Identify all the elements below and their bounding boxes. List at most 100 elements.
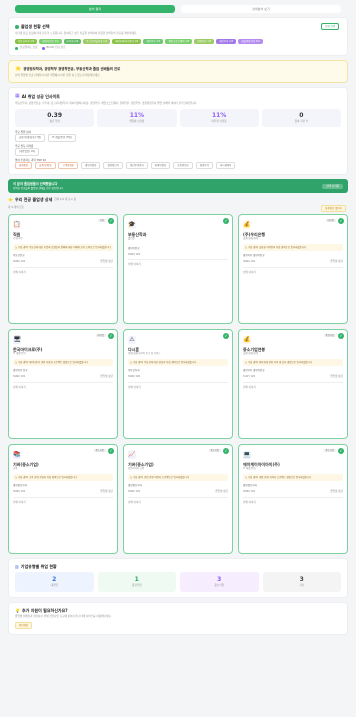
cert-chip[interactable]: 고객관계론 [58, 162, 78, 170]
field-section: 주요 취업 분야 금융/회계/회계 (7명) IT 개발/운영 (5명) [15, 131, 341, 142]
job-card[interactable]: 중소기업 ✓ 📈 기버(중소기업) 현업자학과 교육 노 수상 경력: 현업 관… [123, 443, 233, 554]
size-label: 중견기업 [131, 584, 142, 588]
job-foot[interactable]: 선배 이야기 [243, 386, 343, 390]
expand-button[interactable]: 상세정보 펼치기 [321, 204, 346, 212]
job-foot[interactable]: 선배 이야기 [243, 501, 343, 505]
help-title: 추가 지원이 필요하신가요? [21, 607, 68, 613]
job-card[interactable]: 중소기업 ✓ 💻 에이케이아이아이(주) IT 개발/운영 노 수상 경력: 개… [238, 443, 348, 554]
survey-legend: 전공일치도 높음 BASIC 전공 진로 [15, 46, 341, 50]
job-card[interactable]: 대기업 ✓ 🖥 한국마이크로(주) IT 개발/운영 노 수상 경력: 데이터분… [8, 328, 118, 439]
job-card[interactable]: ✓ ⚠ 다시훈 행정/회계/사무직 연구 및 서비스 노 수상 경력: 부동산에… [123, 328, 233, 439]
tab-details[interactable]: 상세분석 보기 [181, 5, 341, 13]
money-bag-icon: 💰 [243, 220, 251, 229]
job-note: 노 수상 경력: 부동산에 대한 기업의 건설업과 정책에 대한 이해와 분석 … [13, 243, 113, 251]
top-pill[interactable]: (내용없음) 0개 [15, 148, 39, 156]
job-gpa: 3.00 / 4.5 [13, 490, 25, 494]
job-foot[interactable]: 선배 이야기 [243, 271, 343, 275]
books-icon: 📚 [13, 450, 21, 459]
cert-chip[interactable]: 마케팅원론 [150, 162, 171, 170]
survey-chip[interactable]: 경찰행정학과 4/5 [238, 38, 263, 45]
check-icon: ✓ [108, 217, 114, 224]
job-gpa: 3.00 / 4.5 [128, 252, 140, 256]
job-gpa: 3.00 / 4.5 [243, 490, 255, 494]
field-pill[interactable]: 금융/회계/회계 (7명) [15, 134, 46, 142]
size-grid: 2 대기업 1 중견기업 3 중소기업 3 기타 [15, 572, 341, 592]
survey-desc: 나타낸 전공 분포에 따라 진로가 노출됩니다. 참여하고 싶은 전공을 선택하… [15, 32, 138, 36]
check-icon: ✓ [338, 332, 344, 339]
job-major: 경영학전공 [128, 246, 140, 250]
job-sub: 금융/회계/회계 [243, 352, 258, 356]
job-foot[interactable]: 선배 이야기 [13, 501, 113, 505]
job-card[interactable]: 기획 ✓ 📋 직원 기획/사무 노 수상 경력: 부동산에 대한 기업의 건설업… [8, 213, 118, 324]
divider [13, 381, 113, 383]
stat-label: 취업률 보유율 [129, 120, 145, 124]
job-sub: 교육 [13, 467, 18, 471]
stat-box: 11% 대학원 보유율 [179, 109, 259, 127]
job-tag: 중소기업 [93, 448, 106, 453]
job-card[interactable]: 중견기업 ✓ 💰 중소기업연봉 금융/회계/회계 노 수상 경력: 재무회계 관… [238, 328, 348, 439]
divider [243, 496, 343, 498]
cert-chip[interactable]: 금융/보험론 [35, 162, 56, 170]
job-avg: 졸업생 평균 [330, 375, 343, 379]
job-tag: 중소기업 [208, 448, 221, 453]
tab-results[interactable]: 분석 결과 [15, 5, 175, 13]
check-icon: ✓ [108, 447, 114, 454]
job-foot[interactable]: 선배 이야기 [13, 271, 113, 275]
divider [13, 266, 113, 268]
cert-chip[interactable]: 조직행동론 [173, 162, 193, 170]
cert-chip[interactable]: 경영학원론 [80, 162, 101, 170]
cert-chip[interactable]: 경영분석 [195, 162, 213, 170]
consult-button[interactable]: 취업상담 [15, 621, 33, 630]
survey-chip[interactable]: 현재학부 1/3 [194, 38, 215, 45]
chart-icon: ▦ [15, 93, 20, 99]
survey-chip[interactable]: 부동산학과 1/4 [15, 38, 38, 45]
job-note: 노 수상 경력: 재무회계 관련 자격 및 실무 경험으로 입사하였습니다 [243, 358, 343, 366]
survey-select-button[interactable]: 보정 선택 [321, 23, 339, 31]
survey-chip[interactable]: 경영학부 1/3 [143, 38, 164, 45]
legend-dot [15, 46, 18, 50]
stats-row: 0.39 평균 학점 11% 취업률 보유율 11% 대학원 보유율 0 참여 … [15, 109, 341, 127]
survey-chip[interactable]: 게임소프트웨어 1/3 [165, 38, 193, 45]
survey-chip[interactable]: 응고디지털학과 1/4 [83, 38, 111, 45]
cert-chip[interactable]: 회계원론 [15, 162, 33, 170]
reset-button[interactable]: 선택 초기화 [322, 183, 343, 190]
job-card[interactable]: ✓ 🎓 부동산학과 졸업생 경영학전공 3.00 / 4.5 선배 이야기 [123, 213, 233, 324]
divider [128, 259, 228, 261]
check-icon: ✓ [223, 217, 229, 224]
job-gpa: 3.00 / 4.5 [13, 260, 25, 264]
job-avg: 졸업생 평균 [330, 260, 343, 264]
cert-chip[interactable]: 생산운영관리 [125, 162, 148, 170]
job-major: 경영정보학과 [243, 483, 257, 487]
field-pill[interactable]: IT 개발/운영 (5명) [48, 134, 76, 142]
job-note: 노 수상 경력: 데이터분석 관련 학습과 프로젝트 경험으로 입사하였습니다 [13, 358, 113, 366]
stat-label: 평균 학점 [49, 120, 60, 124]
job-gpa: 3.00 / 4.5 [128, 490, 140, 494]
job-foot[interactable]: 선배 이야기 [128, 263, 228, 267]
laptop-icon: 💻 [243, 450, 251, 459]
survey-chip[interactable]: 경영학부 2/3 [216, 38, 237, 45]
cert-chip[interactable]: 경영정보학 [103, 162, 123, 170]
survey-chip[interactable]: 경영학전공 1/4 [39, 38, 62, 45]
job-foot[interactable]: 선배 이야기 [128, 501, 228, 505]
divider [128, 381, 228, 383]
stat-box: 0.39 평균 학점 [15, 109, 95, 127]
survey-chip[interactable]: 데이터엔지니어링 1/4 [112, 38, 142, 45]
job-note: 노 수상 경력: 금융권 자격증과 학습 경력으로 입사하였습니다 [243, 243, 343, 251]
job-note: 노 수상 경력: 현업 관련 역량과 프로젝트로 입사하였습니다 [128, 473, 228, 481]
survey-chip[interactable]: 수학과 1/4 [63, 38, 82, 45]
job-card[interactable]: 중소기업 ✓ 📚 기버(중소기업) 교육 노 수상 경력: 교육 관련 관심과 … [8, 443, 118, 554]
job-tag: 기획 [97, 218, 106, 223]
alumni-title: AI 취업 성공 인사이트 [21, 93, 60, 99]
job-sub: 기획/사무 [13, 237, 23, 241]
size-box: 1 중견기업 [97, 572, 176, 592]
job-foot[interactable]: 선배 이야기 [13, 386, 113, 390]
job-card[interactable]: 대기업 ✓ 💰 (주)우리은행 금융/회계/회계 노 수상 경력: 금융권 자격… [238, 213, 348, 324]
legend-label: 전공일치도 높음 [20, 46, 38, 50]
job-foot[interactable]: 선배 이야기 [128, 386, 228, 390]
size-box: 2 대기업 [15, 572, 94, 592]
size-box: 3 기타 [262, 572, 341, 592]
job-tag: 대기업 [325, 218, 336, 223]
cert-chip[interactable]: 미시경제학 [215, 162, 236, 170]
page: 분석 결과 상세분석 보기 졸업생 현황 선택 보정 선택 나타낸 전공 분포에… [0, 0, 356, 717]
job-major: 부동산학과 [128, 368, 140, 372]
